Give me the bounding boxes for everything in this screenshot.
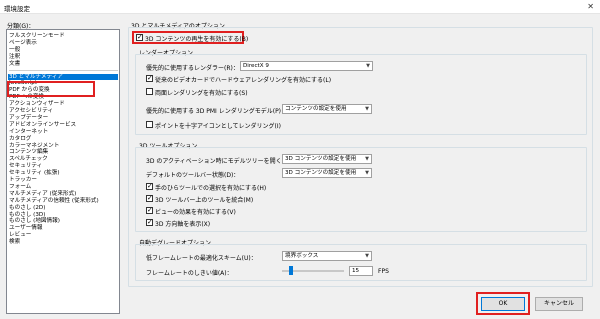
enable-3d-checkbox[interactable] — [136, 33, 143, 41]
low-fps-value: 境界ボックス — [285, 253, 319, 259]
category-item[interactable]: アドビオンラインサービス — [9, 122, 76, 129]
category-highlight-box — [7, 81, 95, 97]
view-transitions-label: ビューの効果を有効にする(V) — [155, 209, 236, 216]
category-item[interactable]: 注釈 — [9, 54, 20, 61]
threshold-slider-thumb[interactable] — [289, 266, 294, 275]
enable-3d-label: 3D コンテンツの再生を有効にする(B) — [145, 36, 249, 43]
category-item[interactable]: アクションウィザード — [9, 101, 65, 108]
ok-button[interactable]: OK — [481, 297, 525, 311]
category-item[interactable]: カタログ — [9, 136, 31, 143]
category-item[interactable]: フルスクリーンモード — [9, 33, 65, 40]
merge-toolbar-checkbox[interactable] — [146, 194, 153, 202]
category-item[interactable]: フォーム — [9, 184, 31, 191]
low-fps-select[interactable]: 境界ボックス ▼ — [282, 251, 372, 261]
category-item[interactable]: セキュリティ (拡張) — [9, 170, 60, 177]
category-item[interactable]: 3D とマルチメディア — [8, 73, 118, 81]
threshold-value: 15 — [352, 268, 360, 274]
low-fps-label: 低フレームレートの最適化スキーム(U)： — [146, 255, 257, 262]
category-item[interactable]: マルチメディアの信頼性 (従来形式) — [9, 198, 99, 205]
category-item[interactable]: マルチメディア (従来形式) — [9, 191, 76, 198]
category-item[interactable]: インターネット — [9, 129, 48, 136]
renderer-label: 優先的に使用するレンダラー(R)： — [146, 65, 239, 72]
category-item[interactable]: 一般 — [9, 47, 20, 54]
double-sided-checkbox[interactable] — [146, 88, 153, 95]
title-bar: 環境設定 ✕ — [0, 0, 600, 14]
select-hand-checkbox[interactable] — [146, 182, 153, 190]
double-sided-label: 両面レンダリングを有効にする(S) — [155, 90, 248, 97]
crosshair-label: ポイントを十字アイコンとしてレンダリング(I) — [155, 123, 281, 130]
category-item[interactable]: 検索 — [9, 239, 20, 246]
crosshair-checkbox[interactable] — [146, 121, 153, 128]
hw-rendering-label: 従来のビデオカードでハードウェアレンダリングを有効にする(L) — [155, 77, 332, 84]
fps-unit-label: FPS — [378, 268, 389, 275]
model-tree-label: 3D のアクティベーション時にモデルツリーを開く(E)： — [146, 158, 297, 165]
chevron-down-icon: ▼ — [365, 106, 369, 112]
toolbar-state-select[interactable]: 3D コンテンツの設定を使用 ▼ — [282, 168, 372, 178]
select-hand-label: 手のひらツールでの選択を有効にする(H) — [155, 185, 267, 192]
category-item[interactable]: 文書 — [9, 61, 20, 68]
chevron-down-icon: ▼ — [366, 63, 370, 69]
category-item[interactable]: アクセシビリティ — [9, 108, 53, 115]
categories-list[interactable]: フルスクリーンモード ページ表示 一般 注釈 文書 3D とマルチメディア JavaScri… — [6, 29, 120, 314]
toolbar-state-label: デフォルトのツールバー状態(D)： — [146, 172, 240, 179]
category-item[interactable]: トラッカー — [9, 177, 37, 184]
view-transitions-checkbox[interactable] — [146, 206, 153, 214]
merge-toolbar-label: 3D ツールバー上のツールを統合(M) — [155, 197, 254, 204]
chevron-down-icon: ▼ — [365, 170, 369, 176]
cancel-button[interactable]: キャンセル — [535, 297, 583, 311]
show-direction-label: 3D 方向軸を表示(X) — [155, 221, 211, 228]
window-title: 環境設定 — [4, 5, 30, 13]
threshold-label: フレームレートのしきい値(A)： — [146, 270, 233, 277]
category-item[interactable]: アップデーター — [9, 115, 48, 122]
chevron-down-icon: ▼ — [365, 156, 369, 162]
pmi-select[interactable]: コンテンツの設定を使用 ▼ — [282, 104, 372, 114]
show-direction-checkbox[interactable] — [146, 218, 153, 226]
threshold-spinbox[interactable]: 15 — [349, 266, 373, 276]
renderer-select[interactable]: DirectX 9 ▼ — [240, 61, 373, 71]
chevron-down-icon: ▼ — [365, 253, 369, 259]
model-tree-select[interactable]: 3D コンテンツの設定を使用 ▼ — [282, 154, 372, 164]
pmi-value: コンテンツの設定を使用 — [285, 106, 347, 112]
category-separator — [9, 69, 118, 71]
close-icon[interactable]: ✕ — [587, 2, 594, 11]
category-item[interactable]: ものさし (2D) — [9, 205, 45, 212]
pmi-label: 優先的に使用する 3D PMI レンダリングモデル(P)： — [146, 108, 288, 115]
toolbar-state-value: 3D コンテンツの設定を使用 — [285, 170, 357, 176]
hw-rendering-checkbox[interactable] — [146, 74, 153, 82]
category-item[interactable]: ページ表示 — [9, 40, 37, 47]
model-tree-value: 3D コンテンツの設定を使用 — [285, 156, 357, 162]
renderer-value: DirectX 9 — [243, 63, 269, 69]
